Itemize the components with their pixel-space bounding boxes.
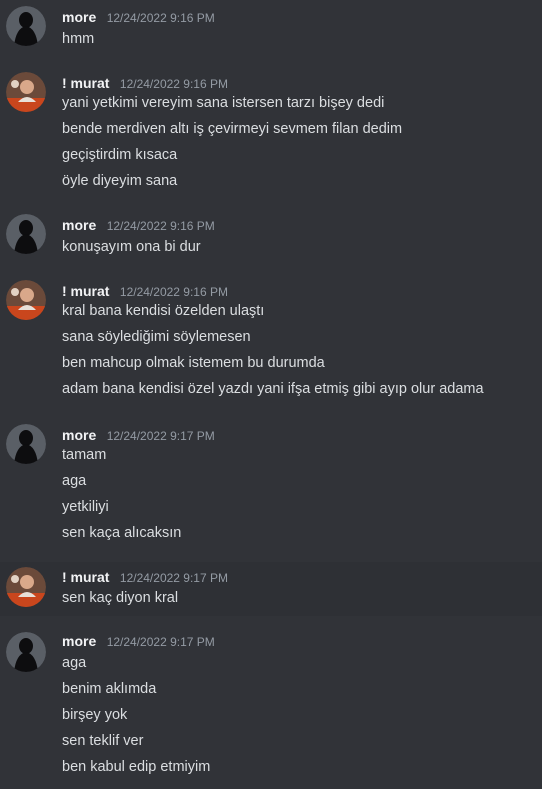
message-text: geçiştirdim kısaca [62,147,178,163]
message-text: öyle diyeyim sana [62,173,178,189]
message-text: tamam [62,447,107,463]
timestamp: 12/24/2022 9:16 PM [119,285,228,299]
chat-message-list[interactable]: more 12/24/2022 9:16 PM hmm ! murat 12/2… [0,0,542,789]
timestamp: 12/24/2022 9:17 PM [106,635,215,649]
message-header: more 12/24/2022 9:16 PM [62,8,215,26]
username[interactable]: more [62,633,96,649]
message-group: more 12/24/2022 9:17 PM tamam aga yetkil… [0,418,542,552]
message-text: sen kaç diyon kral [62,590,179,606]
message-header: more 12/24/2022 9:17 PM [62,426,215,444]
message-text: aga [62,473,87,489]
message-header: ! murat 12/24/2022 9:16 PM [62,74,228,92]
timestamp: 12/24/2022 9:16 PM [119,77,228,91]
photo-avatar[interactable] [6,72,46,112]
photo-avatar[interactable] [6,567,46,607]
dark-hooded-figure-avatar[interactable] [6,214,46,254]
message-text: benim aklımda [62,681,157,697]
message-text: adam bana kendisi özel yazdı yani ifşa e… [62,381,484,397]
message-text: yani yetkimi vereyim sana istersen tarzı… [62,95,385,111]
timestamp: 12/24/2022 9:16 PM [106,11,215,25]
message-group: ! murat 12/24/2022 9:16 PM yani yetkimi … [0,66,542,198]
username[interactable]: more [62,9,96,25]
message-text: hmm [62,31,95,47]
message-text: sen teklif ver [62,733,144,749]
message-header: ! murat 12/24/2022 9:17 PM [62,568,228,586]
message-text: ben kabul edip etmiyim [62,759,211,775]
dark-hooded-figure-avatar[interactable] [6,6,46,46]
message-text: bende merdiven altı iş çevirmeyi sevmem … [62,121,403,137]
timestamp: 12/24/2022 9:16 PM [106,219,215,233]
message-text: kral bana kendisi özelden ulaştı [62,303,265,319]
message-text: sen kaça alıcaksın [62,525,182,541]
message-text: ben mahcup olmak istemem bu durumda [62,355,325,371]
message-text: yetkiliyi [62,499,109,515]
message-header: ! murat 12/24/2022 9:16 PM [62,282,228,300]
message-text: konuşayım ona bi dur [62,239,201,255]
message-text: aga [62,655,87,671]
message-text: sana söylediğimi söylemesen [62,329,251,345]
timestamp: 12/24/2022 9:17 PM [119,571,228,585]
message-group: more 12/24/2022 9:17 PM aga benim aklımd… [0,626,542,786]
message-text: birşey yok [62,707,128,723]
username[interactable]: more [62,427,96,443]
username[interactable]: ! murat [62,283,109,299]
message-header: more 12/24/2022 9:16 PM [62,216,215,234]
username[interactable]: ! murat [62,569,109,585]
timestamp: 12/24/2022 9:17 PM [106,429,215,443]
username[interactable]: more [62,217,96,233]
dark-hooded-figure-avatar[interactable] [6,632,46,672]
photo-avatar[interactable] [6,280,46,320]
message-header: more 12/24/2022 9:17 PM [62,632,215,650]
message-group: more 12/24/2022 9:16 PM konuşayım ona bi… [0,208,542,264]
dark-hooded-figure-avatar[interactable] [6,424,46,464]
message-group: more 12/24/2022 9:16 PM hmm [0,0,542,56]
message-group: ! murat 12/24/2022 9:17 PM sen kaç diyon… [0,562,542,616]
username[interactable]: ! murat [62,75,109,91]
message-group: ! murat 12/24/2022 9:16 PM kral bana ken… [0,274,542,408]
